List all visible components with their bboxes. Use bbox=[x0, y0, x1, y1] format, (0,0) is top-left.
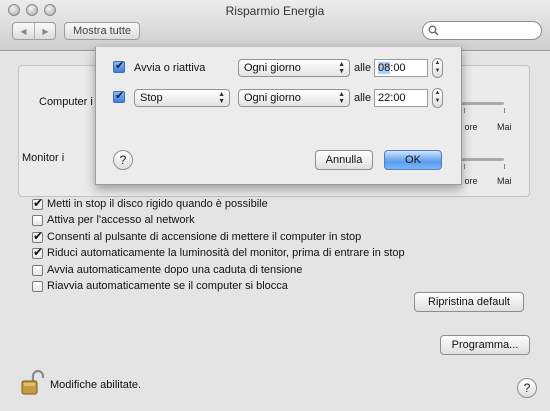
option-restart-power-failure[interactable]: Avvia automaticamente dopo una caduta di… bbox=[32, 262, 302, 278]
start-time-stepper[interactable]: ▲ ▼ bbox=[432, 58, 443, 78]
stop-action-popup[interactable]: Stop ▲ ▼ bbox=[134, 89, 230, 107]
checkbox[interactable] bbox=[32, 214, 43, 226]
schedule-button[interactable]: Programma... bbox=[440, 335, 530, 355]
start-frequency-popup[interactable]: Ogni giorno ▲ ▼ bbox=[238, 59, 350, 77]
computer-sleep-label: Computer i bbox=[39, 96, 93, 108]
option-dim-display[interactable]: Riduci automaticamente la luminosità del… bbox=[32, 245, 405, 261]
back-arrow-icon[interactable]: ◀ bbox=[13, 23, 35, 39]
ok-button[interactable]: OK bbox=[384, 150, 442, 170]
tick-label-never: Mai bbox=[497, 122, 512, 132]
slider-tick bbox=[504, 108, 505, 113]
sheet-help-button[interactable]: ? bbox=[113, 150, 133, 170]
at-label: alle bbox=[354, 62, 372, 74]
minute-segment[interactable]: 00 bbox=[393, 62, 405, 74]
start-wake-checkbox[interactable] bbox=[113, 59, 125, 73]
help-button[interactable]: ? bbox=[517, 378, 537, 398]
back-forward-control: ◀ ▶ bbox=[12, 22, 56, 40]
stop-time-stepper[interactable]: ▲ ▼ bbox=[432, 88, 443, 108]
start-time-field[interactable]: 08:00 bbox=[374, 59, 428, 77]
window-toolbar: Risparmio Energia ◀ ▶ Mostra tutte bbox=[0, 0, 550, 51]
hour-segment[interactable]: 08 bbox=[378, 62, 391, 74]
window-title: Risparmio Energia bbox=[225, 4, 325, 18]
slider-tick bbox=[504, 164, 505, 169]
at-label: alle bbox=[354, 92, 372, 104]
checkbox[interactable] bbox=[32, 264, 43, 276]
option-hdd-sleep[interactable]: Metti in stop il disco rigido quando è p… bbox=[32, 196, 268, 212]
start-wake-label: Avvia o riattiva bbox=[134, 62, 206, 74]
unlocked-padlock-icon[interactable] bbox=[20, 369, 44, 397]
checkbox[interactable] bbox=[32, 245, 43, 259]
show-all-button[interactable]: Mostra tutte bbox=[64, 22, 140, 40]
tick-label-never: Mai bbox=[497, 176, 512, 186]
up-down-arrows-icon: ▲ ▼ bbox=[338, 61, 345, 75]
checkbox[interactable] bbox=[32, 229, 43, 243]
stop-time-field[interactable]: 22:00 bbox=[374, 89, 428, 107]
up-down-arrows-icon: ▲ ▼ bbox=[218, 91, 225, 105]
option-power-button-sleep[interactable]: Consenti al pulsante di accensione di me… bbox=[32, 229, 361, 245]
search-icon bbox=[428, 25, 439, 36]
lock-status-label: Modifiche abilitate. bbox=[50, 379, 142, 391]
stop-checkbox[interactable] bbox=[113, 89, 125, 103]
option-restart-freeze[interactable]: Riavvia automaticamente se il computer s… bbox=[32, 278, 288, 294]
schedule-sheet: Avvia o riattiva Ogni giorno ▲▼ alle 08:… bbox=[95, 47, 462, 185]
forward-arrow-icon[interactable]: ▶ bbox=[35, 23, 56, 39]
restore-defaults-button[interactable]: Ripristina default bbox=[414, 292, 524, 312]
minute-segment[interactable]: 00 bbox=[393, 92, 405, 104]
system-preferences-window: Risparmio Energia ◀ ▶ Mostra tutte Compu… bbox=[0, 0, 550, 411]
slider-tick bbox=[464, 108, 465, 113]
option-wake-network[interactable]: Attiva per l'accesso al network bbox=[32, 212, 195, 228]
hour-segment[interactable]: 22 bbox=[378, 92, 390, 104]
monitor-sleep-label: Monitor i bbox=[22, 152, 65, 164]
checkbox[interactable] bbox=[32, 196, 43, 210]
stop-frequency-popup[interactable]: Ogni giorno ▲ ▼ bbox=[238, 89, 350, 107]
slider-tick bbox=[464, 164, 465, 169]
search-field[interactable] bbox=[422, 21, 542, 40]
cancel-button[interactable]: Annulla bbox=[315, 150, 373, 170]
checkbox[interactable] bbox=[32, 280, 43, 292]
up-down-arrows-icon: ▲ ▼ bbox=[338, 91, 345, 105]
